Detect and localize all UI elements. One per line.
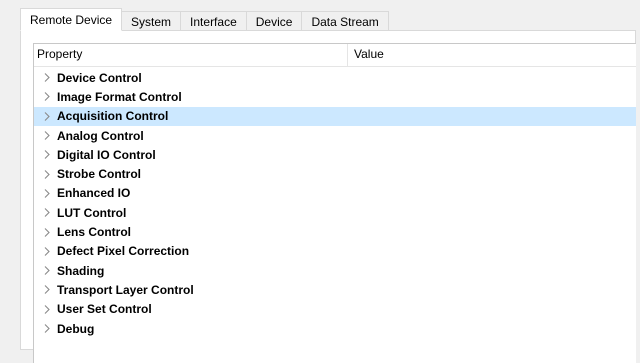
tree-row[interactable]: Strobe Control bbox=[34, 164, 636, 183]
tree-row[interactable]: Enhanced IO bbox=[34, 184, 636, 203]
chevron-right-icon[interactable] bbox=[34, 266, 57, 275]
tab-device[interactable]: Device bbox=[246, 11, 303, 31]
tree-row[interactable]: Device Control bbox=[34, 68, 636, 87]
tree-row[interactable]: Digital IO Control bbox=[34, 145, 636, 164]
chevron-right-icon[interactable] bbox=[34, 324, 57, 333]
tree-row-label: Image Format Control bbox=[57, 89, 182, 104]
tree-row-label: Transport Layer Control bbox=[57, 282, 194, 297]
tree-row-label: Digital IO Control bbox=[57, 147, 156, 162]
tab-remote-device[interactable]: Remote Device bbox=[20, 8, 123, 31]
tree-row[interactable]: Transport Layer Control bbox=[34, 280, 636, 299]
chevron-right-icon[interactable] bbox=[34, 227, 57, 237]
tree-row[interactable]: User Set Control bbox=[34, 300, 636, 319]
chevron-right-icon[interactable] bbox=[34, 208, 57, 218]
tree-row-label: Enhanced IO bbox=[57, 186, 131, 201]
chevron-right-icon[interactable] bbox=[34, 169, 57, 179]
grid-header: Property Value bbox=[34, 44, 636, 67]
tab-data-stream[interactable]: Data Stream bbox=[302, 11, 389, 31]
tree-row[interactable]: Analog Control bbox=[34, 126, 636, 145]
chevron-right-icon[interactable] bbox=[34, 73, 57, 83]
chevron-right-icon[interactable] bbox=[34, 285, 57, 295]
tab-strip: Remote Device System Interface Device Da… bbox=[20, 8, 389, 31]
tab-panel: Property Value Device Control Image Forma… bbox=[20, 30, 636, 363]
tree-row[interactable]: Defect Pixel Correction bbox=[34, 242, 636, 261]
tree-row[interactable]: Lens Control bbox=[34, 222, 636, 241]
chevron-right-icon[interactable] bbox=[34, 304, 57, 314]
column-header-value[interactable]: Value bbox=[348, 44, 636, 66]
grid-rows: Device Control Image Format Control Acquis… bbox=[34, 67, 636, 338]
tree-row[interactable]: Image Format Control bbox=[34, 87, 636, 106]
tree-row-label: Defect Pixel Correction bbox=[57, 244, 190, 259]
tree-row-label: Lens Control bbox=[57, 225, 131, 240]
tree-row[interactable]: Debug bbox=[34, 319, 636, 338]
tree-row-label: Analog Control bbox=[57, 128, 144, 143]
chevron-right-icon[interactable] bbox=[34, 131, 57, 140]
tree-row-label: Debug bbox=[57, 321, 95, 336]
tree-row[interactable]: LUT Control bbox=[34, 203, 636, 222]
chevron-right-icon[interactable] bbox=[34, 246, 57, 256]
tab-interface[interactable]: Interface bbox=[181, 11, 247, 31]
tree-row-label: User Set Control bbox=[57, 302, 152, 317]
chevron-right-icon[interactable] bbox=[34, 150, 57, 160]
chevron-right-icon[interactable] bbox=[34, 111, 57, 121]
chevron-right-icon[interactable] bbox=[34, 92, 57, 102]
property-grid: Property Value Device Control Image Forma… bbox=[33, 43, 636, 363]
tree-row[interactable]: Shading bbox=[34, 261, 636, 280]
tree-row-label: Acquisition Control bbox=[57, 109, 169, 124]
column-header-property[interactable]: Property bbox=[34, 44, 348, 66]
tree-row-label: Device Control bbox=[57, 70, 142, 85]
tree-row-label: Strobe Control bbox=[57, 167, 141, 182]
tab-system[interactable]: System bbox=[122, 11, 182, 31]
tree-row-label: Shading bbox=[57, 263, 105, 278]
tree-row-label: LUT Control bbox=[57, 205, 127, 220]
tree-row[interactable]: Acquisition Control bbox=[34, 106, 636, 126]
chevron-right-icon[interactable] bbox=[34, 189, 57, 198]
